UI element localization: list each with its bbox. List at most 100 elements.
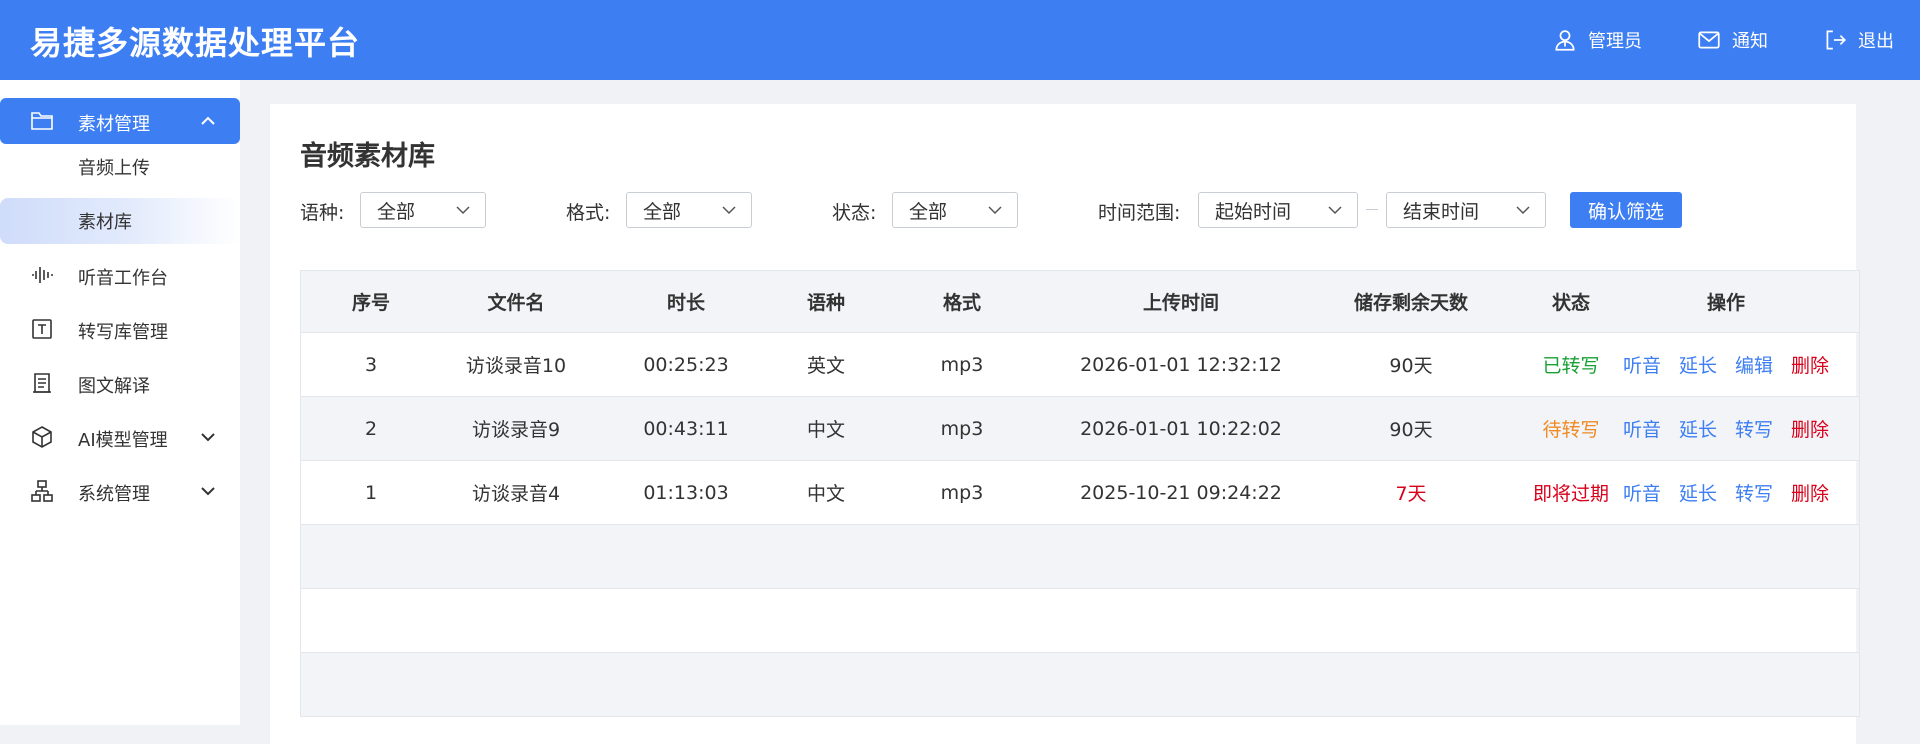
- column-header[interactable]: 时长: [621, 271, 751, 332]
- sidebar-item-label: 转写库管理: [78, 322, 168, 343]
- column-header[interactable]: 文件名: [441, 271, 591, 332]
- format-select[interactable]: 全部: [626, 192, 752, 228]
- sidebar-item-system[interactable]: 系统管理: [0, 468, 240, 514]
- chevron-down-icon: [456, 206, 470, 215]
- column-header[interactable]: 上传时间: [1031, 271, 1331, 332]
- file-name: 访谈录音4: [471, 483, 561, 505]
- header-actions: 管理员 通知 退出: [1552, 27, 1894, 53]
- page-title: 音频素材库: [300, 141, 435, 172]
- listen-link[interactable]: 听音: [1623, 479, 1661, 506]
- row-number: 2: [364, 417, 378, 440]
- duration: 01:13:03: [643, 481, 729, 504]
- language-select[interactable]: 全部: [360, 192, 486, 228]
- status-select[interactable]: 全部: [892, 192, 1018, 228]
- upload-time: 2025-10-21 09:24:22: [1080, 481, 1282, 504]
- notification-label: 通知: [1732, 31, 1768, 52]
- table-row[interactable]: 1 访谈录音4 01:13:03 中文 mp3 2025-10-21 09:24…: [301, 461, 1859, 525]
- app-title: 易捷多源数据处理平台: [30, 24, 361, 62]
- file-name: 访谈录音10: [465, 355, 567, 377]
- document-icon: [33, 373, 51, 393]
- sidebar-item-listening-workbench[interactable]: 听音工作台: [0, 252, 240, 298]
- language-select-value: 全部: [377, 200, 416, 223]
- sidebar-item-transcription-library[interactable]: 转写库管理: [0, 306, 240, 352]
- chevron-up-icon[interactable]: [198, 111, 218, 131]
- language: 英文: [806, 355, 845, 377]
- sidebar-item-label: 系统管理: [78, 484, 150, 505]
- column-header[interactable]: 储存剩余天数: [1321, 271, 1501, 332]
- column-header: 操作: [1706, 292, 1745, 314]
- upload-time: 2026-01-01 12:32:12: [1080, 353, 1282, 376]
- logout-button[interactable]: 退出: [1822, 27, 1894, 53]
- delete-link[interactable]: 删除: [1791, 479, 1829, 506]
- format-select-value: 全部: [643, 200, 682, 223]
- status-select-value: 全部: [909, 200, 948, 223]
- end-time-placeholder: 结束时间: [1403, 200, 1480, 223]
- start-time-picker[interactable]: 起始时间: [1198, 192, 1358, 228]
- chevron-down-icon[interactable]: [198, 481, 218, 501]
- transcribe-link[interactable]: 转写: [1735, 479, 1773, 506]
- transcribe-link[interactable]: 转写: [1735, 415, 1773, 442]
- language: 中文: [806, 419, 845, 441]
- sidebar-item-ai-model[interactable]: AI模型管理: [0, 414, 240, 460]
- table-row[interactable]: 2 访谈录音9 00:43:11 中文 mp3 2026-01-01 10:22…: [301, 397, 1859, 461]
- remaining-days: 7天: [1395, 483, 1427, 505]
- range-separator: [1366, 209, 1378, 210]
- sidebar-item-label: AI模型管理: [78, 430, 168, 451]
- listen-link[interactable]: 听音: [1623, 415, 1661, 442]
- admin-label: 管理员: [1588, 31, 1642, 52]
- sidebar-item-label: 音频上传: [78, 158, 150, 179]
- logout-label: 退出: [1858, 31, 1894, 52]
- language: 中文: [806, 483, 845, 505]
- remaining-days: 90天: [1389, 355, 1433, 377]
- table-row[interactable]: 3 访谈录音10 00:25:23 英文 mp3 2026-01-01 12:3…: [301, 333, 1859, 397]
- end-time-picker[interactable]: 结束时间: [1386, 192, 1546, 228]
- delete-link[interactable]: 删除: [1791, 415, 1829, 442]
- format: mp3: [940, 481, 984, 504]
- extend-link[interactable]: 延长: [1679, 479, 1717, 506]
- empty-row: [301, 525, 1859, 589]
- edit-link[interactable]: 编辑: [1735, 351, 1773, 378]
- row-actions: 听音 延长 转写 删除: [1601, 461, 1851, 524]
- listen-link[interactable]: 听音: [1623, 351, 1661, 378]
- duration: 00:25:23: [643, 353, 729, 376]
- user-icon: [1555, 30, 1575, 51]
- confirm-filter-button[interactable]: 确认筛选: [1570, 192, 1682, 228]
- app-header: 易捷多源数据处理平台 管理员 通知 退出: [0, 0, 1920, 80]
- sidebar-item-label: 图文解译: [78, 376, 150, 397]
- sidebar-item-label: 听音工作台: [78, 268, 168, 289]
- admin-button[interactable]: 管理员: [1552, 27, 1642, 53]
- row-actions: 听音 延长 编辑 删除: [1601, 333, 1851, 396]
- chevron-down-icon: [1516, 206, 1530, 215]
- sidebar-item-image-text[interactable]: 图文解译: [0, 360, 240, 406]
- sidebar: 素材管理 音频上传 素材库 听音工作台 转写库管理 图文解译 AI模型管理 系统…: [0, 80, 240, 725]
- extend-link[interactable]: 延长: [1679, 415, 1717, 442]
- empty-row: [301, 653, 1859, 717]
- chevron-down-icon: [722, 206, 736, 215]
- notification-button[interactable]: 通知: [1696, 27, 1768, 53]
- delete-link[interactable]: 删除: [1791, 351, 1829, 378]
- file-name: 访谈录音9: [471, 419, 561, 441]
- sidebar-group-label: 素材管理: [78, 114, 150, 135]
- upload-time: 2026-01-01 10:22:02: [1080, 417, 1282, 440]
- format: mp3: [940, 417, 984, 440]
- table-header-row: 序号 文件名 时长 语种 格式 上传时间 储存剩余天数 状态 操作: [301, 271, 1859, 333]
- row-number: 3: [364, 353, 378, 376]
- chevron-down-icon[interactable]: [198, 427, 218, 447]
- empty-row: [301, 589, 1859, 653]
- sidebar-group-material[interactable]: 素材管理: [0, 98, 240, 144]
- folder-icon: [31, 112, 53, 130]
- duration: 00:43:11: [643, 417, 729, 440]
- sidebar-item-audio-upload[interactable]: 音频上传: [0, 144, 240, 190]
- extend-link[interactable]: 延长: [1679, 351, 1717, 378]
- mail-icon: [1698, 31, 1720, 49]
- text-box-icon: [32, 319, 52, 339]
- sidebar-item-material-library[interactable]: 素材库: [0, 198, 240, 244]
- column-header[interactable]: 序号: [341, 271, 401, 332]
- column-header[interactable]: 格式: [897, 271, 1027, 332]
- row-actions: 听音 延长 转写 删除: [1601, 397, 1851, 460]
- audio-wave-icon: [32, 267, 53, 283]
- language-filter-label: 语种:: [300, 202, 345, 224]
- column-header[interactable]: 语种: [761, 271, 891, 332]
- cube-icon: [32, 426, 52, 448]
- remaining-days: 90天: [1389, 419, 1433, 441]
